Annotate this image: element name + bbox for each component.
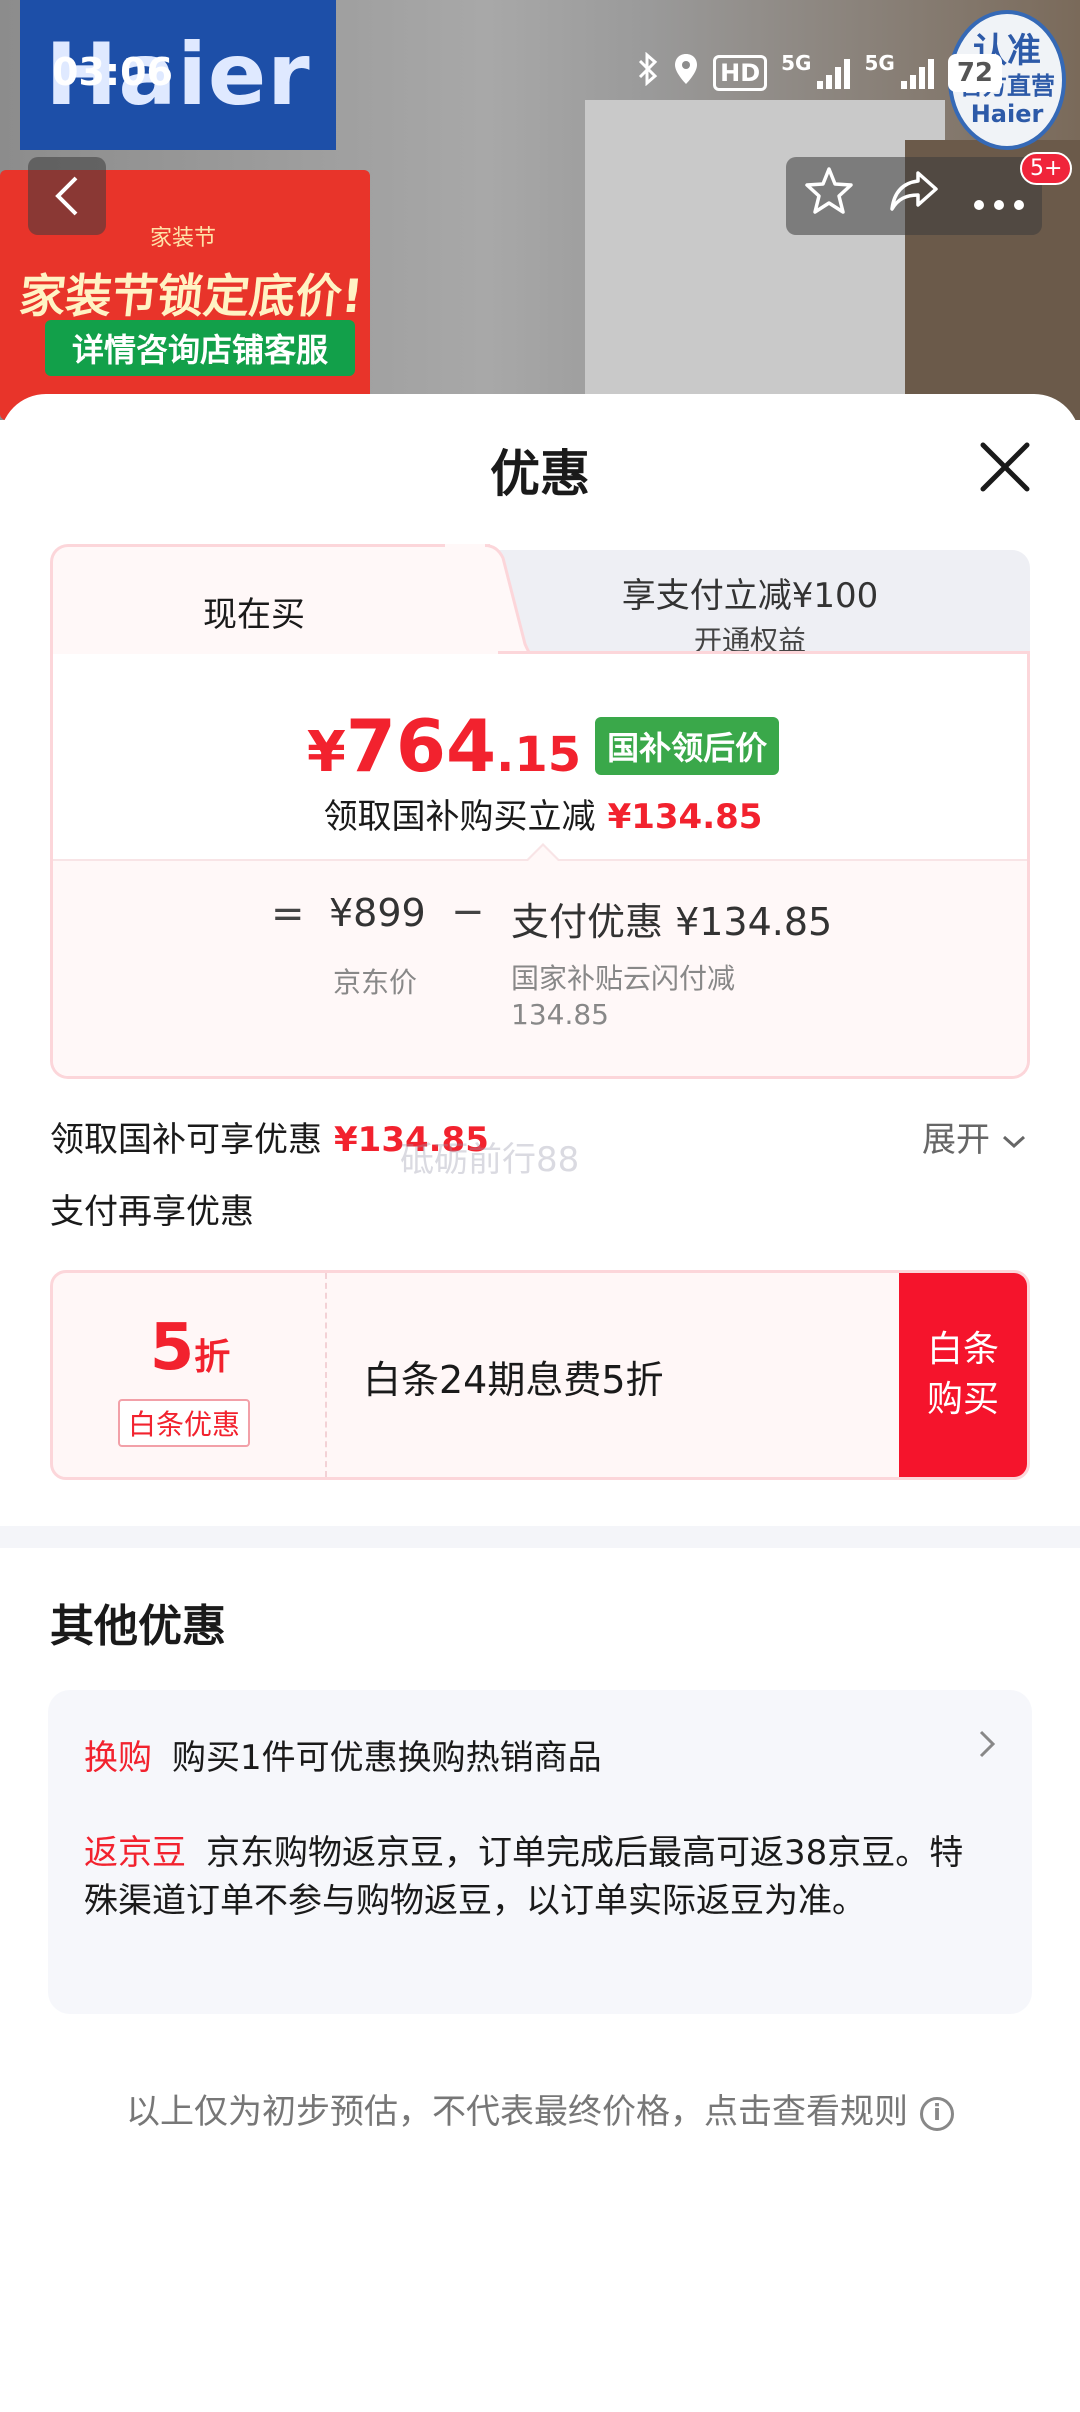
baitiao-offer-card[interactable]: 5折 白条优惠 白条24期息费5折 白条 购买 [50,1270,1030,1480]
tab-buy-now[interactable]: 现在买 [50,544,490,659]
chevron-right-icon[interactable] [978,1728,996,1768]
tab-slant-edge [445,544,535,662]
status-bar: 03:06 HD 5G 5G 72 [0,0,1080,142]
baitiao-tag: 白条优惠 [118,1399,251,1447]
baitiao-discount-number: 5 [149,1311,195,1385]
tab-pay-discount[interactable]: 享支付立减¥100 开通权益 [470,550,1030,660]
battery-icon: 72 [947,54,1002,92]
close-button[interactable] [975,437,1035,497]
top-action-group [786,157,1042,235]
location-icon [673,52,699,94]
baitiao-discount-section: 5折 白条优惠 [53,1273,327,1477]
subsidy-text: 领取国补购买立减 [323,797,596,837]
price-box: ¥ 764 .15 国补领后价 领取国补购买立减 ¥134.85 = ¥899 京… [50,651,1033,1079]
sheet-title: 优惠 [490,445,590,503]
baitiao-button-line2: 购买 [926,1379,999,1420]
price-box-top-edge [498,651,1030,654]
more-options-icon[interactable] [973,172,1025,221]
other-offers-card: 换购 购买1件可优惠换购热销商品 返京豆 京东购物返京豆，订单完成后最高可返38京豆… [48,1690,1032,2014]
jd-price: ¥899 [329,891,426,935]
tab-buy-now-label: 现在买 [203,595,305,635]
trade-in-text: 购买1件可优惠换购热销商品 [172,1738,602,1778]
subsidy-amount: ¥134.85 [607,797,763,837]
baitiao-description: 白条24期息费5折 [363,1358,664,1402]
baitiao-discount-value: 5折 [53,1311,327,1385]
promo-top-text: 家装节 [150,226,217,251]
status-icons: HD 5G 5G 72 [637,51,1002,94]
pay-discount-description: 国家补贴云闪付减 134.85 [511,961,735,1034]
baitiao-discount-unit: 折 [194,1337,231,1378]
trade-in-offer-row[interactable]: 换购 购买1件可优惠换购热销商品 [84,1730,602,1779]
discount-sheet: 优惠 享支付立减¥100 开通权益 现在买 ¥ 764 .15 国补领后价 领取… [0,394,1080,2412]
close-icon [980,442,1030,492]
status-time: 03:06 [52,50,173,94]
baitiao-button-line1: 白条 [926,1328,999,1370]
price-decimal: .15 [496,727,582,783]
promo-sub-text: 详情咨询店铺客服 [45,320,355,376]
purchase-option-card: 享支付立减¥100 开通权益 现在买 ¥ 764 .15 国补领后价 领取国补购… [50,544,1030,1079]
minus-sign: − [451,889,485,935]
baitiao-buy-button[interactable]: 白条 购买 [899,1273,1027,1477]
product-image-wall [585,100,945,420]
subsidy-summary: 领取国补购买立减 ¥134.85 [53,789,1033,838]
watermark: 砥砺前行88 [400,1140,580,1180]
bluetooth-icon [637,51,659,94]
pay-desc-line1: 国家补贴云闪付减 [511,962,736,995]
pay-discount: 支付优惠 ¥134.85 [511,900,833,944]
chevron-down-icon [1002,1135,1025,1149]
pay-extra-discount-label: 支付再享优惠 [50,1192,254,1232]
jd-bean-offer-row: 返京豆 京东购物返京豆，订单完成后最高可返38京豆。特殊渠道订单不参与购物返豆，以… [84,1830,984,1925]
price-rules-link[interactable]: 以上仅为初步预估，不代表最终价格，点击查看规则 i [0,2084,1080,2133]
promo-main-text: 家装节锁定底价! [16,269,366,323]
network-type-1: 5G [781,51,812,75]
hd-voice-icon: HD [713,55,768,91]
signal-bars-2-icon [900,57,934,89]
jd-bean-tag: 返京豆 [84,1833,186,1873]
share-icon[interactable] [888,165,940,227]
favorite-star-icon[interactable] [803,165,855,227]
jd-bean-text: 京东购物返京豆，订单完成后最高可返38京豆。特殊渠道订单不参与购物返豆，以订单实… [84,1833,964,1921]
price-breakdown: = ¥899 京东价 − 支付优惠 ¥134.85 国家补贴云闪付减 134.8… [53,843,1027,1076]
expand-label: 展开 [922,1120,990,1160]
other-offers-title: 其他优惠 [50,1601,226,1652]
section-divider [0,1526,1080,1548]
expand-button[interactable]: 展开 [922,1112,1027,1161]
breakdown-notch-fill [527,846,559,862]
trade-in-tag: 换购 [84,1738,152,1778]
equals-sign: = [271,891,305,937]
back-button[interactable] [28,157,106,235]
tab-pay-discount-title: 享支付立减¥100 [621,576,879,616]
footer-note-text: 以上仅为初步预估，不代表最终价格，点击查看规则 [126,2092,908,2132]
signal-bars-1-icon [817,57,851,89]
info-icon: i [920,2096,954,2131]
gov-subsidy-price-tag: 国补领后价 [595,717,780,775]
price-currency: ¥ [306,720,346,785]
chevron-left-icon [55,176,78,216]
price-integer: 764 [345,704,497,788]
network-type-2: 5G [864,51,895,75]
jd-price-label: 京东价 [333,966,418,999]
final-price: ¥ 764 .15 国补领后价 [53,704,1033,788]
pay-desc-line2: 134.85 [511,998,609,1032]
notification-badge: 5+ [1020,152,1073,185]
gov-subsidy-label: 领取国补可享优惠 [50,1120,322,1160]
